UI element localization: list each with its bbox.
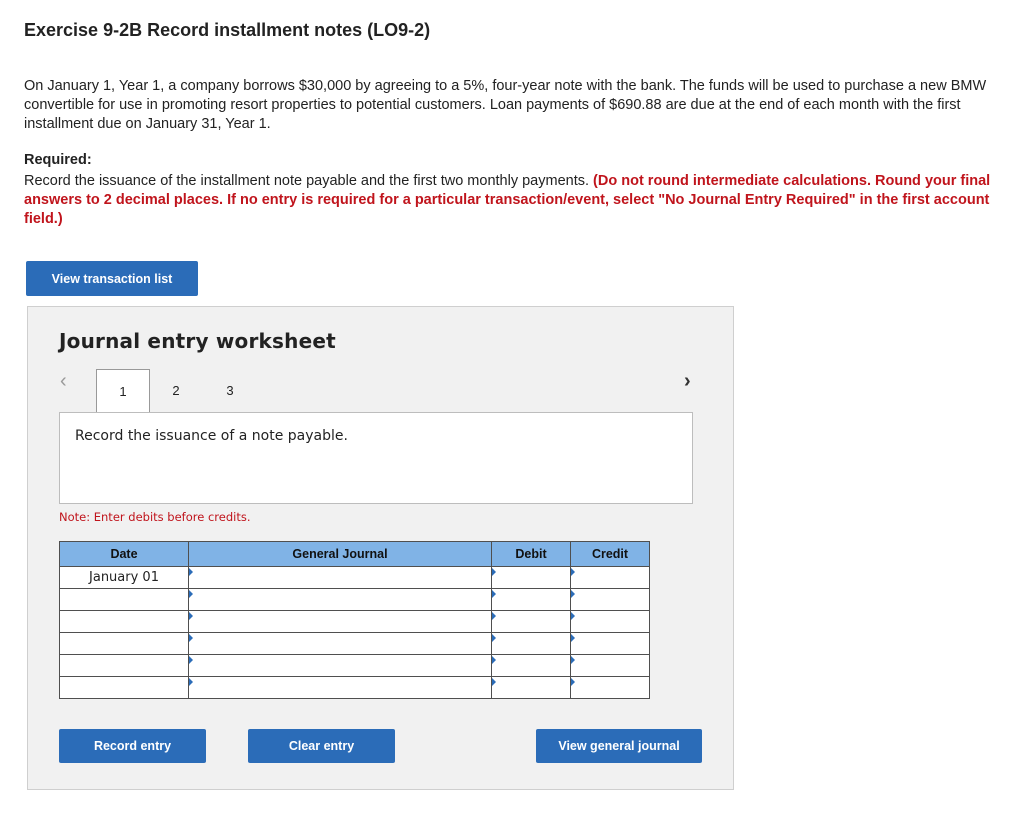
journal-entry-worksheet: Journal entry worksheet ‹ 1 2 3 › Record… [27, 306, 734, 790]
debit-input[interactable] [491, 588, 571, 611]
credit-input[interactable] [570, 610, 650, 633]
exercise-title: Exercise 9-2B Record installment notes (… [24, 20, 431, 40]
view-transaction-list-button[interactable]: View transaction list [26, 261, 198, 296]
account-select[interactable] [188, 610, 492, 633]
header-debit: Debit [491, 541, 571, 567]
table-row [59, 632, 650, 655]
journal-table: Date General Journal Debit Credit Januar… [59, 541, 650, 699]
table-row [59, 588, 650, 611]
header-general-journal: General Journal [188, 541, 492, 567]
worksheet-page-tab-2[interactable]: 2 [150, 369, 202, 411]
transaction-prompt: Record the issuance of a note payable. [75, 428, 348, 444]
worksheet-title: Journal entry worksheet [59, 329, 336, 353]
credit-input[interactable] [570, 566, 650, 589]
exercise-intro: On January 1, Year 1, a company borrows … [24, 78, 987, 132]
debit-input[interactable] [491, 610, 571, 633]
table-row [59, 654, 650, 677]
required-label: Required: [24, 152, 92, 168]
account-select[interactable] [188, 566, 492, 589]
credit-input[interactable] [570, 588, 650, 611]
credit-input[interactable] [570, 632, 650, 655]
table-row [59, 610, 650, 633]
debit-input[interactable] [491, 676, 571, 699]
worksheet-page-tab-3[interactable]: 3 [204, 369, 256, 411]
worksheet-page-tab-1[interactable]: 1 [96, 369, 150, 413]
clear-entry-button[interactable]: Clear entry [248, 729, 395, 763]
header-date: Date [59, 541, 189, 567]
date-cell [59, 676, 189, 699]
chevron-left-icon[interactable]: ‹ [60, 370, 67, 393]
record-entry-button[interactable]: Record entry [59, 729, 206, 763]
header-credit: Credit [570, 541, 650, 567]
credit-input[interactable] [570, 676, 650, 699]
debit-input[interactable] [491, 632, 571, 655]
chevron-right-icon[interactable]: › [684, 370, 691, 393]
view-general-journal-button[interactable]: View general journal [536, 729, 702, 763]
date-cell: January 01 [59, 566, 189, 589]
required-text: Record the issuance of the installment n… [24, 172, 1014, 229]
account-select[interactable] [188, 676, 492, 699]
credit-input[interactable] [570, 654, 650, 677]
date-cell [59, 632, 189, 655]
account-select[interactable] [188, 632, 492, 655]
account-select[interactable] [188, 588, 492, 611]
date-cell [59, 610, 189, 633]
account-select[interactable] [188, 654, 492, 677]
transaction-prompt-box: Record the issuance of a note payable. [59, 412, 693, 504]
table-row [59, 676, 650, 699]
entry-note: Note: Enter debits before credits. [59, 510, 251, 524]
date-cell [59, 588, 189, 611]
debit-input[interactable] [491, 654, 571, 677]
debit-input[interactable] [491, 566, 571, 589]
required-task: Record the issuance of the installment n… [24, 173, 590, 189]
date-cell [59, 654, 189, 677]
table-row: January 01 [59, 566, 650, 589]
journal-header-row: Date General Journal Debit Credit [59, 541, 650, 567]
